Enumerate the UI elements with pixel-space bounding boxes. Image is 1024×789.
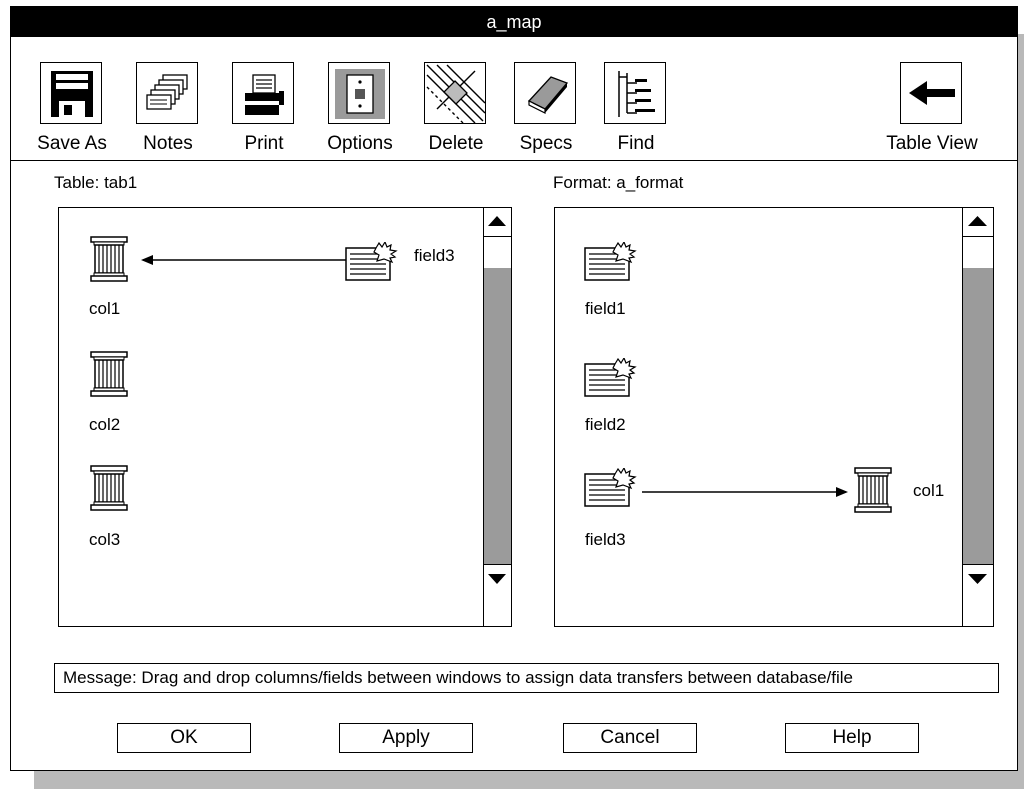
column-col1[interactable] <box>89 236 129 287</box>
field-field1[interactable] <box>583 242 637 287</box>
arrow-down-icon <box>968 574 987 584</box>
tree-hierarchy-icon <box>604 62 666 124</box>
dragged-field3[interactable] <box>344 242 398 287</box>
arrow-up-icon <box>968 216 987 226</box>
notes-stack-icon <box>136 62 198 124</box>
field-field3-label: field3 <box>585 530 626 549</box>
scroll-down-button[interactable] <box>484 564 511 593</box>
field-field3[interactable] <box>583 468 637 513</box>
notes-button[interactable]: Notes <box>123 59 213 159</box>
scroll-up-button[interactable] <box>963 208 993 237</box>
options-panel-icon <box>328 62 390 124</box>
format-label: Format: a_format <box>553 173 684 192</box>
field-icon <box>583 358 637 398</box>
table-view-button[interactable]: Table View <box>886 59 978 159</box>
scroll-up-button[interactable] <box>484 208 511 237</box>
drag-arrow-left <box>141 255 347 265</box>
arrow-down-icon <box>488 574 506 584</box>
dragged-field3-label: field3 <box>414 246 455 265</box>
field-field2-label: field2 <box>585 415 626 434</box>
column-icon <box>89 351 129 397</box>
column-col3[interactable] <box>89 465 129 516</box>
field-icon <box>344 242 398 282</box>
find-label: Find <box>617 133 655 154</box>
field-icon <box>583 242 637 282</box>
delete-icon <box>424 62 486 124</box>
column-icon <box>853 467 893 513</box>
a-map-window: a_map Save As Notes Print Options Delete… <box>10 6 1018 771</box>
floppy-disk-icon <box>40 62 102 124</box>
column-col1-label: col1 <box>89 299 121 318</box>
apply-button[interactable]: Apply <box>339 723 473 753</box>
table-panel: col1 col2 col3 field3 <box>58 207 512 627</box>
options-label: Options <box>327 133 393 154</box>
window-title: a_map <box>11 7 1017 37</box>
print-button[interactable]: Print <box>219 59 309 159</box>
field-field1-label: field1 <box>585 299 626 318</box>
scroll-thumb[interactable] <box>484 268 511 564</box>
field-field2[interactable] <box>583 358 637 403</box>
message-bar: Message: Drag and drop columns/fields be… <box>54 663 999 693</box>
table-label: Table: tab1 <box>54 173 138 192</box>
print-label: Print <box>244 133 284 154</box>
dragged-col1[interactable] <box>853 467 893 518</box>
save-as-button[interactable]: Save As <box>27 59 117 159</box>
column-col3-label: col3 <box>89 530 121 549</box>
scroll-down-button[interactable] <box>963 564 993 593</box>
help-button[interactable]: Help <box>785 723 919 753</box>
specs-button[interactable]: Specs <box>501 59 591 159</box>
drag-arrow-right <box>642 487 848 497</box>
scroll-thumb[interactable] <box>963 268 993 564</box>
save-as-label: Save As <box>37 133 107 154</box>
format-panel: field1 field2 field3 col1 <box>554 207 994 627</box>
table-view-label: Table View <box>886 133 978 154</box>
find-button[interactable]: Find <box>591 59 681 159</box>
dragged-col1-label: col1 <box>913 481 945 500</box>
options-button[interactable]: Options <box>315 59 405 159</box>
format-scrollbar[interactable] <box>962 208 993 626</box>
arrow-left-icon <box>900 62 962 124</box>
column-icon <box>89 465 129 511</box>
notes-label: Notes <box>143 133 193 154</box>
field-icon <box>583 468 637 508</box>
column-col2[interactable] <box>89 351 129 402</box>
column-icon <box>89 236 129 282</box>
printer-icon <box>232 62 294 124</box>
cancel-button[interactable]: Cancel <box>563 723 697 753</box>
column-col2-label: col2 <box>89 415 121 434</box>
ok-button[interactable]: OK <box>117 723 251 753</box>
table-scrollbar[interactable] <box>483 208 511 626</box>
arrow-up-icon <box>488 216 506 226</box>
toolbar: Save As Notes Print Options Delete Specs… <box>11 37 1017 161</box>
book-icon <box>514 62 576 124</box>
delete-button[interactable]: Delete <box>411 59 501 159</box>
